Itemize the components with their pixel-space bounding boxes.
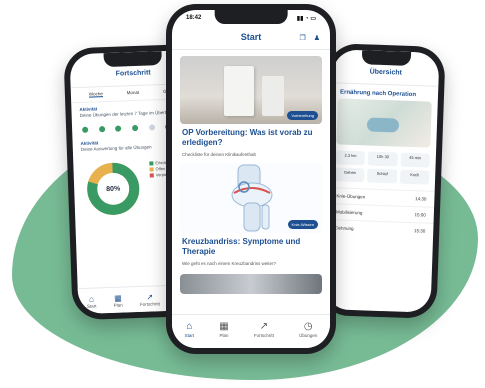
day-dot bbox=[82, 126, 89, 133]
calendar-icon: ▦ bbox=[114, 293, 122, 303]
stat-tile[interactable]: 2,3 km bbox=[335, 150, 366, 166]
copy-icon[interactable]: ❐ bbox=[299, 34, 305, 42]
status-bar: 18:42 ▮▮ ◔ ▭ bbox=[186, 12, 316, 24]
tab-progress[interactable]: ↗ Fortschritt bbox=[254, 321, 274, 338]
timer-icon: ◷ bbox=[303, 321, 313, 332]
article-headline[interactable]: Kreuzbandriss: Symptome und Therapie bbox=[172, 233, 330, 259]
category-chip[interactable]: Knie-Wissen bbox=[287, 220, 318, 229]
stat-tile[interactable]: Kraft bbox=[399, 169, 430, 185]
tab-label: Plan bbox=[219, 333, 229, 338]
tab-exercises[interactable]: ◷Übungen bbox=[299, 321, 317, 338]
article-image-knee[interactable]: Knie-Wissen bbox=[180, 163, 322, 233]
overview-screen: Übersicht Ernährung nach Operation 2,3 k… bbox=[324, 49, 440, 313]
home-icon: ⌂ bbox=[88, 294, 95, 304]
article-image[interactable] bbox=[180, 274, 322, 294]
tab-month[interactable]: Monat bbox=[127, 90, 140, 96]
status-time: 18:42 bbox=[186, 15, 202, 21]
tab-label: Start bbox=[86, 302, 97, 309]
row-value: 14:30 bbox=[415, 196, 427, 202]
page-title: Start bbox=[240, 32, 262, 42]
stat-tile[interactable]: 45 min bbox=[400, 152, 430, 168]
tab-start[interactable]: ⌂ Start bbox=[87, 294, 97, 308]
row-label: Knie-Übungen bbox=[336, 193, 366, 200]
phone-overview: Übersicht Ernährung nach Operation 2,3 k… bbox=[318, 43, 446, 319]
tab-progress[interactable]: ↗ Fortschritt bbox=[139, 292, 161, 307]
donut-chart: 80% bbox=[87, 162, 140, 215]
tab-plan[interactable]: ▦ Plan bbox=[219, 321, 228, 338]
home-icon: ⌂ bbox=[186, 321, 193, 332]
tab-label: Plan bbox=[113, 302, 123, 308]
row-value: 15:00 bbox=[414, 212, 426, 218]
day-dot bbox=[115, 125, 122, 132]
article-headline[interactable]: OP Vorbereitung: Was ist vorab zu erledi… bbox=[172, 124, 330, 150]
phone-start: 18:42 ▮▮ ◔ ▭ Start ❐ ♟ Vorbereitung OP V… bbox=[166, 4, 336, 354]
tab-start[interactable]: ⌂ Start bbox=[185, 321, 195, 338]
main-tabbar: ⌂ Start ▦ Plan ↗ Fortschritt ◷ Übungen bbox=[172, 314, 330, 348]
stat-tile[interactable]: Gehen bbox=[334, 167, 365, 183]
row-value: 15:30 bbox=[413, 228, 426, 234]
tab-label: Fortschritt bbox=[253, 333, 274, 338]
list-item[interactable]: Dehnung 15:30 bbox=[327, 219, 434, 239]
category-chip[interactable]: Vorbereitung bbox=[287, 111, 318, 120]
chart-icon: ↗ bbox=[146, 292, 154, 302]
day-dot bbox=[148, 124, 155, 131]
phone-notch bbox=[103, 51, 162, 68]
exercise-photo bbox=[336, 98, 432, 148]
stat-tile[interactable]: 10h 30 bbox=[367, 151, 398, 167]
calendar-icon: ▦ bbox=[219, 321, 229, 332]
tab-week[interactable]: Woche bbox=[88, 91, 103, 98]
tab-label: Start bbox=[184, 333, 195, 338]
article-image-preparation[interactable]: Vorbereitung bbox=[180, 56, 322, 124]
day-dot bbox=[131, 124, 139, 132]
legend-item: Offen bbox=[155, 166, 166, 172]
appliance-shape bbox=[262, 76, 284, 116]
person-shape bbox=[366, 117, 400, 133]
article-subtitle: Checkliste für deinen Klinikaufenthalt bbox=[182, 152, 256, 157]
donut-label: 80% bbox=[106, 186, 121, 194]
stats-grid: 2,3 km 10h 30 45 min Gehen Schlaf Kraft bbox=[329, 144, 436, 191]
profile-icon[interactable]: ♟ bbox=[314, 34, 320, 42]
phone-notch bbox=[361, 50, 411, 66]
tab-label: Übungen bbox=[299, 333, 318, 338]
day-dot bbox=[98, 126, 105, 133]
article-subtitle: Wie geht es nach einem Kreuzbandriss wei… bbox=[182, 261, 277, 266]
stat-tile[interactable]: Schlaf bbox=[367, 168, 398, 184]
start-screen: 18:42 ▮▮ ◔ ▭ Start ❐ ♟ Vorbereitung OP V… bbox=[172, 10, 330, 348]
tab-plan[interactable]: ▦ Plan bbox=[113, 293, 123, 308]
chart-icon: ↗ bbox=[259, 321, 269, 332]
appliance-shape bbox=[224, 66, 254, 116]
row-label: Dehnung bbox=[335, 225, 354, 232]
signal-icon: ▮▮ ◔ ▭ bbox=[296, 15, 316, 22]
tab-label: Fortschritt bbox=[139, 300, 161, 307]
row-label: Mobilisierung bbox=[335, 209, 363, 216]
progress-donut: 80% bbox=[83, 159, 143, 219]
